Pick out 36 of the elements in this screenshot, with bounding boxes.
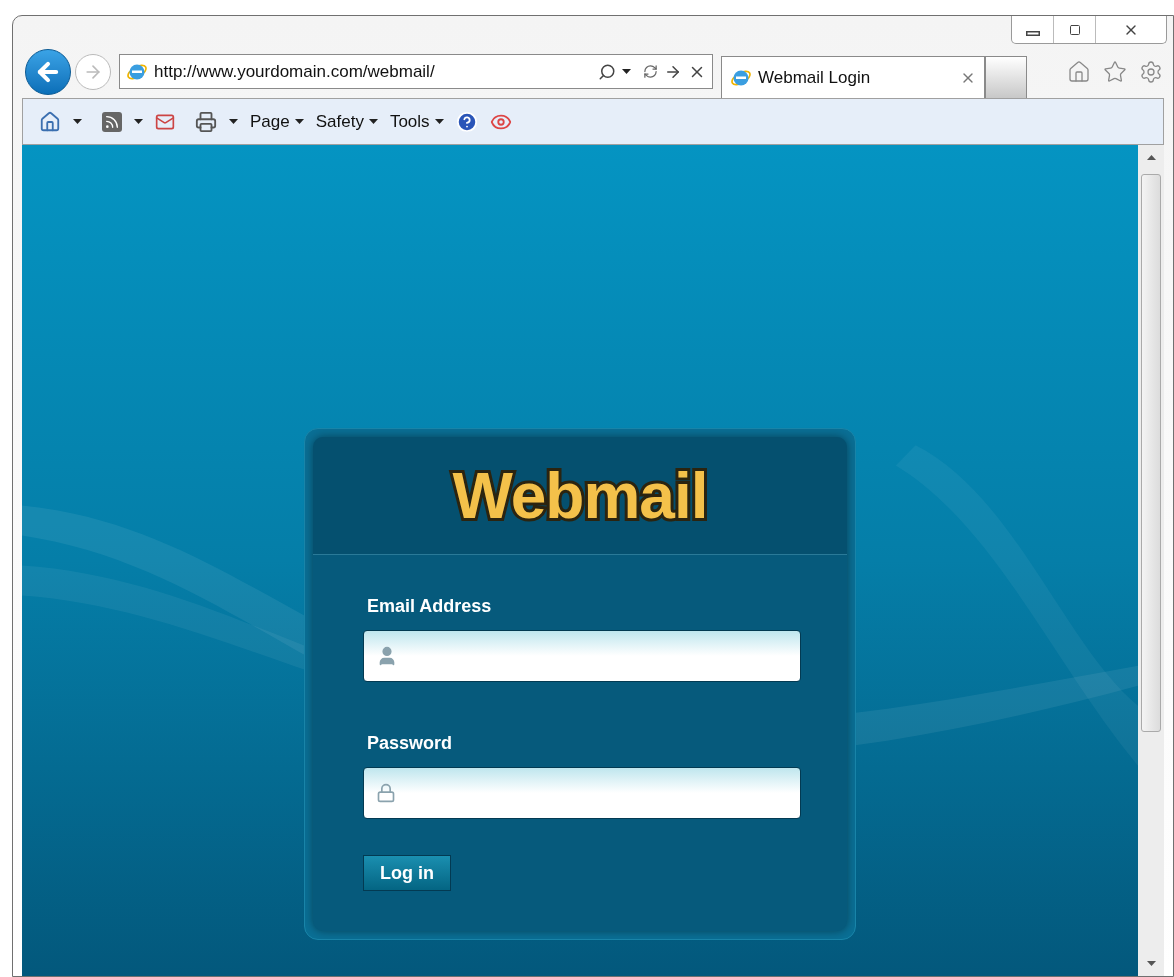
caret-icon [622, 69, 631, 74]
menu-button[interactable]: Safety [315, 108, 378, 135]
input-field[interactable] [363, 630, 801, 682]
help-icon[interactable] [455, 110, 478, 133]
menu-button[interactable]: Tools [389, 108, 444, 135]
caret-icon [434, 119, 444, 124]
caret-icon [73, 119, 82, 124]
printer-icon[interactable] [195, 110, 217, 133]
settings-icon[interactable] [1139, 59, 1163, 84]
address-text: http://www.yourdomain.com/webmail/ [154, 60, 435, 83]
search-icon[interactable] [598, 62, 616, 81]
home-icon[interactable] [1067, 59, 1091, 84]
scroll-down-icon[interactable] [1146, 961, 1156, 966]
login-button[interactable]: Log in [363, 855, 451, 891]
caret-icon [134, 119, 143, 124]
back-button[interactable] [25, 48, 71, 95]
input-field[interactable] [363, 767, 801, 819]
menu-button[interactable]: Page [250, 108, 304, 135]
tab-title: Webmail Login [758, 66, 871, 89]
maximize-icon [1068, 23, 1081, 36]
field-label: Email Address [367, 595, 493, 618]
lock-icon [376, 783, 396, 803]
scrollbar-thumb[interactable] [1141, 174, 1161, 732]
field-label: Password [367, 732, 454, 755]
caret-icon [229, 119, 238, 124]
scroll-up-icon[interactable] [1146, 155, 1156, 160]
browser-tab[interactable]: Webmail Login [721, 56, 985, 98]
caret-icon [368, 119, 378, 124]
favorites-icon[interactable] [1103, 59, 1127, 84]
webmail-logo: Webmail [452, 458, 708, 534]
address-bar[interactable]: http://www.yourdomain.com/webmail/ [119, 54, 713, 89]
new-tab-button[interactable] [985, 56, 1027, 98]
feed-icon[interactable] [102, 111, 122, 132]
home-icon[interactable] [39, 110, 61, 133]
caret-icon [294, 119, 304, 124]
minimize-icon [1025, 31, 1040, 36]
